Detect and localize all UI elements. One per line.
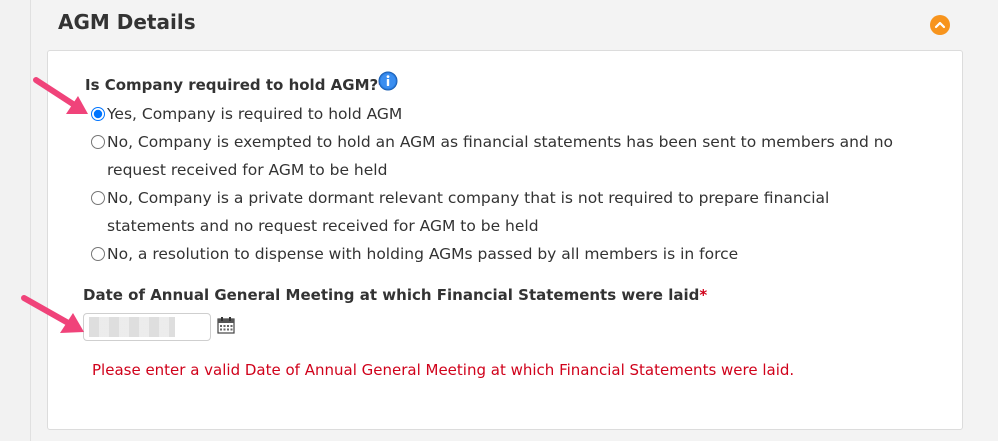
required-asterisk: * [699, 286, 708, 304]
calendar-icon[interactable] [217, 316, 235, 334]
chevron-up-icon [934, 21, 946, 29]
info-icon[interactable] [378, 71, 398, 91]
radio-resolution[interactable] [91, 247, 105, 261]
agm-date-label: Date of Annual General Meeting at which … [83, 286, 707, 304]
radio-option-label: No, Company is a private dormant relevan… [107, 189, 830, 235]
radio-yes[interactable] [91, 107, 105, 121]
section-title: AGM Details [58, 10, 196, 34]
radio-option-label: Yes, Company is required to hold AGM [107, 105, 403, 123]
collapse-button[interactable] [930, 15, 950, 35]
date-label-text: Date of Annual General Meeting at which … [83, 286, 700, 304]
radio-option-dormant[interactable]: No, Company is a private dormant relevan… [91, 184, 907, 240]
radio-exempted[interactable] [91, 135, 105, 149]
radio-option-resolution[interactable]: No, a resolution to dispense with holdin… [91, 240, 907, 268]
radio-option-exempted[interactable]: No, Company is exempted to hold an AGM a… [91, 128, 907, 184]
radio-option-yes[interactable]: Yes, Company is required to hold AGM [91, 100, 907, 128]
arrow-annotation-icon [33, 77, 88, 114]
radio-dormant[interactable] [91, 191, 105, 205]
date-error-message: Please enter a valid Date of Annual Gene… [92, 361, 795, 379]
radio-option-label: No, a resolution to dispense with holdin… [107, 245, 739, 263]
radio-option-label: No, Company is exempted to hold an AGM a… [107, 133, 894, 179]
agm-date-input[interactable] [83, 313, 211, 341]
agm-question-label: Is Company required to hold AGM?* [85, 76, 386, 94]
arrow-annotation-icon [21, 295, 84, 333]
question-text: Is Company required to hold AGM? [85, 76, 379, 94]
